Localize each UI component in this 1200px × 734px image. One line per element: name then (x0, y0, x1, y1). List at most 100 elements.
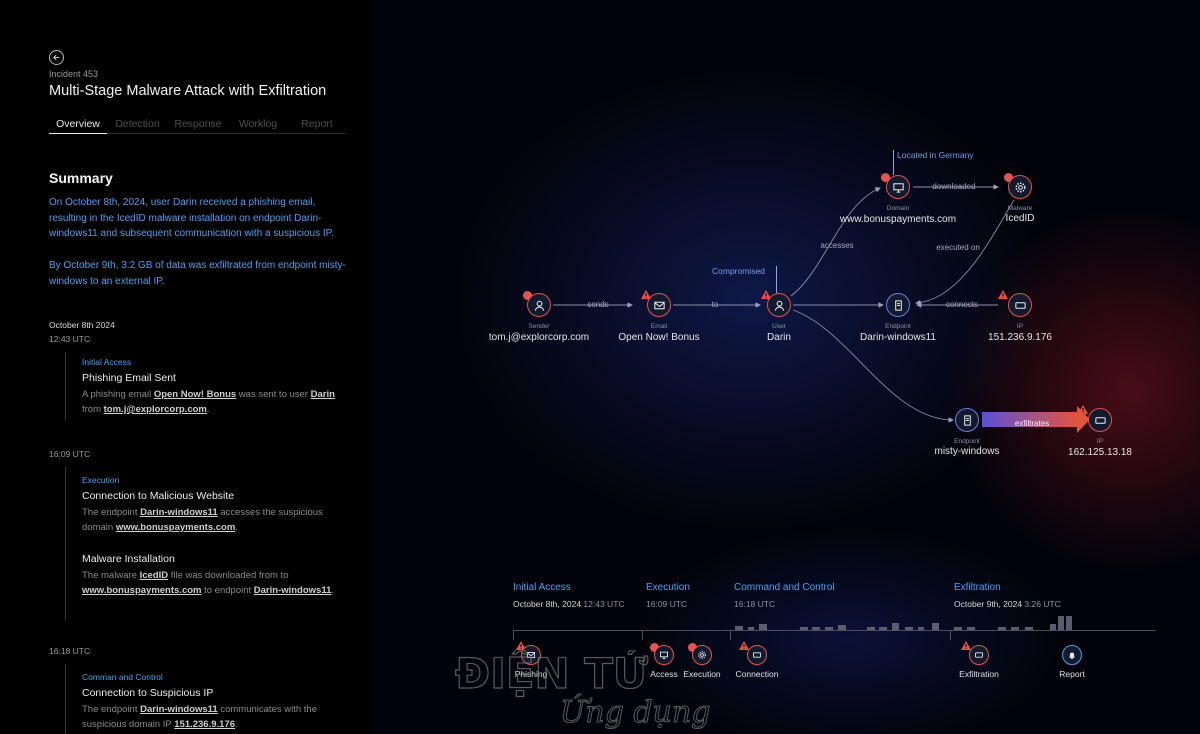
timeline-marker-report[interactable] (1062, 645, 1082, 665)
tab-response[interactable]: Response (168, 117, 228, 134)
node-ip-162[interactable] (1088, 408, 1112, 432)
phase-execution[interactable]: Execution (646, 582, 690, 593)
timeline-marker-connection[interactable] (747, 645, 767, 665)
timeline-marker-label: Exfiltration (959, 669, 999, 679)
network-card-icon (1014, 301, 1026, 309)
timeline-tick (730, 630, 731, 640)
event-description: A phishing email Open Now! Bonus was sen… (82, 389, 335, 415)
gear-icon (1014, 181, 1026, 193)
tab-worklog[interactable]: Worklog (228, 117, 288, 134)
histogram-bar (932, 623, 939, 630)
timeline-time: 12:43 UTC (49, 334, 91, 344)
node-type-label: Endpoint (885, 323, 911, 330)
ip-link[interactable]: 151.236.9.176 (174, 719, 235, 730)
warning-triangle-icon (1078, 405, 1088, 414)
histogram-bar (879, 627, 887, 630)
node-type-label: Sender (528, 323, 550, 330)
timeline-bar (65, 352, 66, 420)
node-type-label: Domain (886, 205, 910, 212)
timeline-marker-exfiltration[interactable] (969, 645, 989, 665)
domain-link[interactable]: www.bonuspayments.com (116, 522, 235, 533)
phase-exfiltration[interactable]: Exfiltration (954, 582, 1001, 593)
node-type-label: User (772, 323, 786, 330)
event-title: Malware Installation (82, 553, 175, 565)
gear-icon (698, 651, 706, 659)
network-card-icon (1094, 416, 1106, 424)
histogram-bar (1011, 627, 1019, 630)
envelope-icon (653, 301, 665, 309)
event-description: The malware IcedID file was downloaded f… (82, 570, 335, 596)
histogram-bar (1050, 624, 1056, 630)
edge-label-downloaded: downloaded (932, 182, 976, 191)
node-domain[interactable] (886, 175, 910, 199)
incident-title: Multi-Stage Malware Attack with Exfiltra… (49, 83, 327, 99)
phase-date: 16:18 UTC (734, 599, 776, 609)
edge-label-executed-on: executed on (936, 243, 980, 252)
timeline-axis (513, 630, 1156, 631)
arrow-left-icon (53, 54, 60, 61)
node-endpoint-darin[interactable] (886, 293, 910, 317)
warning-triangle-icon (998, 290, 1008, 299)
edge-label-sends: sends (587, 300, 609, 309)
email-link[interactable]: Open Now! Bonus (154, 389, 236, 400)
warning-triangle-icon (739, 641, 749, 650)
endpoint-link[interactable]: Darin-windows11 (254, 585, 332, 596)
node-name-label: 162.125.13.18 (1068, 447, 1132, 458)
node-sender[interactable] (527, 293, 551, 317)
node-type-label: IP (1096, 438, 1104, 445)
warning-triangle-icon (961, 641, 971, 650)
endpoint-link[interactable]: Darin-windows11 (140, 507, 218, 518)
timeline-time: 16:09 UTC (49, 449, 91, 459)
phase-command-and-control[interactable]: Command and Control (734, 582, 835, 593)
monitor-icon (660, 651, 668, 659)
histogram-bar (867, 627, 875, 630)
node-name-label: IcedID (1005, 213, 1035, 224)
timeline-marker-access[interactable] (654, 645, 674, 665)
phase-initial-access[interactable]: Initial Access (513, 582, 571, 593)
user-link[interactable]: Darin (311, 389, 335, 400)
node-malware[interactable] (1008, 175, 1032, 199)
summary-heading: Summary (49, 170, 113, 186)
timeline-bar (65, 467, 66, 620)
user-icon (774, 300, 784, 311)
node-email[interactable] (647, 293, 671, 317)
histogram-bar (1066, 616, 1072, 630)
location-callout: Located in Germany (897, 150, 974, 160)
event-tag: Initial Access (82, 357, 132, 367)
malware-link[interactable]: IcedID (140, 570, 169, 581)
sender-link[interactable]: tom.j@explorcorp.com (104, 404, 207, 415)
envelope-icon (527, 652, 535, 658)
timeline-marker-execution[interactable] (692, 645, 712, 665)
node-type-label: Malware (1007, 205, 1033, 212)
timeline-marker-phishing[interactable] (521, 645, 541, 665)
bell-icon (1069, 652, 1075, 660)
timeline-marker-label: Connection (735, 669, 779, 679)
event-title: Connection to Malicious Website (82, 490, 235, 502)
edge-label-accesses: accesses (820, 241, 854, 250)
compromised-callout: Compromised (712, 266, 765, 276)
monitor-icon (892, 182, 904, 193)
incident-id: Incident 453 (49, 69, 99, 79)
node-type-label: Endpoint (954, 438, 980, 445)
event-title: Phishing Email Sent (82, 372, 176, 384)
histogram-bar (800, 627, 808, 630)
histogram-bar (748, 627, 754, 630)
domain-link[interactable]: www.bonuspayments.com (82, 585, 201, 596)
network-card-icon (975, 652, 983, 658)
histogram-bar (735, 626, 743, 630)
histogram-bar (998, 627, 1006, 630)
node-endpoint-misty[interactable] (955, 408, 979, 432)
edge-label-to: to (711, 300, 719, 309)
node-ip-151[interactable] (1008, 293, 1032, 317)
tab-overview[interactable]: Overview (49, 117, 107, 134)
node-user[interactable] (767, 293, 791, 317)
edge-label-exfiltrates: exfiltrates (1014, 419, 1050, 428)
device-icon (894, 299, 902, 311)
tab-report[interactable]: Report (288, 117, 346, 134)
endpoint-link[interactable]: Darin-windows11 (140, 704, 218, 715)
histogram-bar (1058, 616, 1064, 630)
callout-line (893, 150, 894, 175)
edge-label-connects: connects (945, 300, 979, 309)
tab-detection[interactable]: Detection (107, 117, 168, 134)
back-button[interactable] (49, 50, 64, 65)
